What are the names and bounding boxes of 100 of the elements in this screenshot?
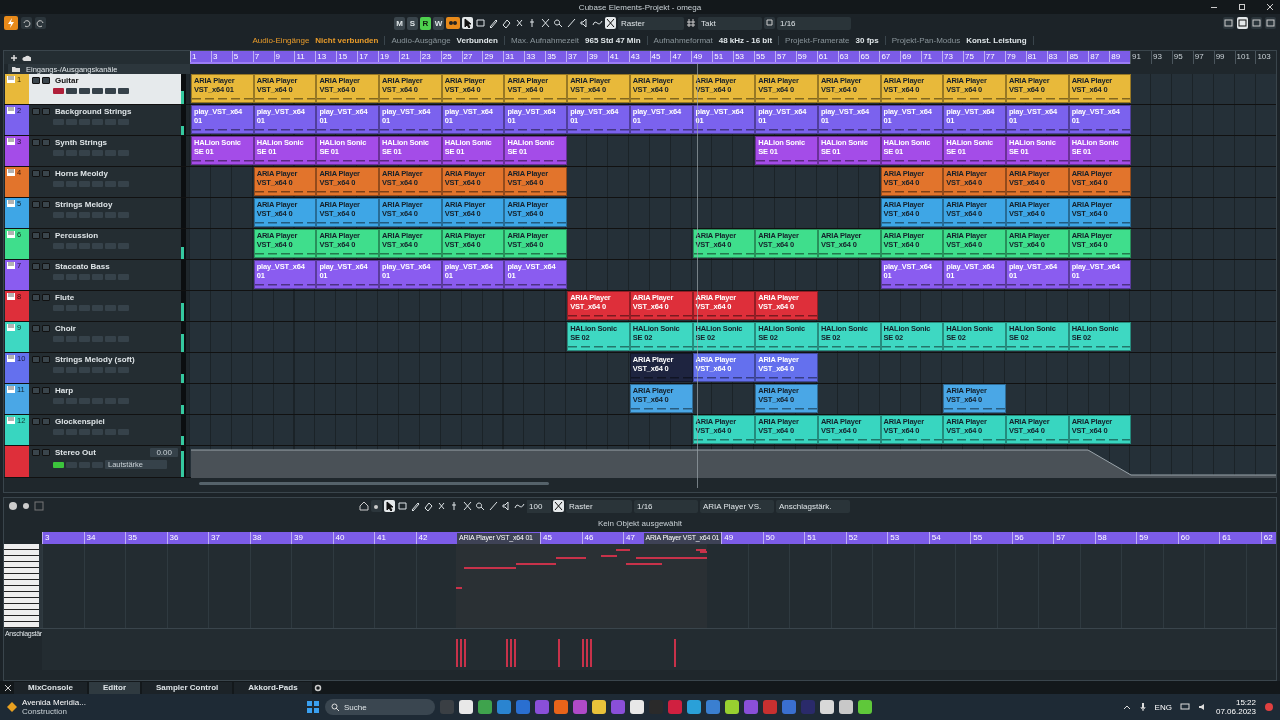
mute-button[interactable] — [32, 294, 40, 301]
quantize-dropdown[interactable]: 1/16 — [634, 499, 698, 513]
record-button[interactable] — [53, 212, 64, 218]
app-icon[interactable] — [725, 700, 739, 714]
keyboard-button[interactable] — [92, 88, 103, 94]
keyboard-button[interactable] — [92, 336, 103, 342]
close-icon[interactable] — [1266, 3, 1274, 11]
solo-button[interactable] — [42, 77, 50, 84]
app-icon[interactable] — [497, 700, 511, 714]
app-icon[interactable] — [668, 700, 682, 714]
monitor-button[interactable] — [66, 119, 77, 125]
record-button[interactable] — [53, 119, 64, 125]
solo-button[interactable] — [42, 263, 50, 270]
write-button[interactable] — [118, 150, 129, 156]
write-button[interactable] — [118, 367, 129, 373]
solo-button[interactable] — [42, 201, 50, 208]
settings-button[interactable] — [79, 461, 90, 468]
pencil-icon[interactable] — [488, 17, 499, 29]
app-icon[interactable] — [839, 700, 853, 714]
pencil-icon[interactable] — [410, 500, 421, 512]
settings-button[interactable] — [79, 212, 90, 218]
grid-type-dropdown[interactable]: Raster — [618, 16, 684, 30]
keyboard-button[interactable] — [92, 429, 103, 435]
microphone-icon[interactable] — [1138, 703, 1147, 711]
app-icon[interactable] — [573, 700, 587, 714]
monitor-button[interactable] — [66, 336, 77, 342]
solo-button[interactable] — [42, 232, 50, 239]
range-icon[interactable] — [475, 17, 486, 29]
zone-tab[interactable]: MixConsole — [14, 681, 87, 694]
lower-zone-icon[interactable] — [1237, 17, 1248, 29]
instrument-dropdown[interactable]: ARIA Player VS. — [700, 499, 774, 513]
record-button[interactable] — [53, 429, 64, 435]
solo-button[interactable] — [42, 139, 50, 146]
monitor-button[interactable] — [66, 367, 77, 373]
zoom-value-field[interactable]: 100 — [527, 499, 551, 513]
line-icon[interactable] — [566, 17, 577, 29]
mute-button[interactable] — [32, 387, 40, 394]
app-icon[interactable] — [535, 700, 549, 714]
record-button[interactable] — [53, 181, 64, 187]
settings-button[interactable] — [79, 243, 90, 249]
construction-sign-icon[interactable] — [6, 701, 18, 713]
mode-button[interactable]: M — [394, 16, 405, 30]
eraser-icon[interactable] — [501, 17, 512, 29]
settings-button[interactable] — [79, 305, 90, 311]
taskbar-search-field[interactable]: Suche — [325, 699, 435, 715]
keyboard-button[interactable] — [92, 181, 103, 187]
app-icon[interactable] — [687, 700, 701, 714]
write-button[interactable] — [118, 181, 129, 187]
mute-button[interactable] — [32, 77, 40, 84]
right-zone-icon[interactable] — [1251, 17, 1262, 29]
monitor-button[interactable] — [66, 274, 77, 280]
read-button[interactable] — [53, 461, 64, 468]
chevron-up-icon[interactable] — [1122, 703, 1131, 711]
mute-button[interactable] — [32, 325, 40, 332]
write-button[interactable] — [118, 398, 129, 404]
mute-icon[interactable] — [540, 17, 551, 29]
app-icon[interactable] — [592, 700, 606, 714]
mute-button[interactable] — [32, 449, 40, 456]
ruler-format-dropdown[interactable]: Takt — [698, 16, 762, 30]
app-icon[interactable] — [858, 700, 872, 714]
write-button[interactable] — [118, 212, 129, 218]
solo-button[interactable] — [42, 418, 50, 425]
monitor-button[interactable] — [66, 181, 77, 187]
solo-button[interactable] — [42, 108, 50, 115]
settings-button[interactable] — [79, 398, 90, 404]
app-icon[interactable] — [516, 700, 530, 714]
line-icon[interactable] — [488, 500, 499, 512]
mute-icon[interactable] — [462, 500, 473, 512]
add-track-icon[interactable] — [10, 53, 18, 62]
mute-button[interactable] — [32, 232, 40, 239]
app-icon[interactable] — [763, 700, 777, 714]
zoom-icon[interactable] — [475, 500, 486, 512]
record-button[interactable] — [53, 305, 64, 311]
keyboard-button[interactable] — [92, 119, 103, 125]
write-button[interactable] — [118, 274, 129, 280]
lightning-icon[interactable] — [4, 16, 18, 30]
range-icon[interactable] — [397, 500, 408, 512]
zone-tab[interactable]: Editor — [88, 681, 140, 694]
solo-button[interactable] — [42, 356, 50, 363]
write-button[interactable] — [118, 305, 129, 311]
solo-button[interactable] — [42, 449, 50, 456]
solo-button[interactable] — [42, 387, 50, 394]
record-button[interactable] — [53, 398, 64, 404]
settings-button[interactable] — [79, 336, 90, 342]
maximize-icon[interactable] — [1238, 3, 1246, 11]
record-button[interactable] — [53, 367, 64, 373]
speaker-icon[interactable] — [501, 500, 512, 512]
mute-button[interactable] — [32, 108, 40, 115]
monitor-button[interactable] — [66, 212, 77, 218]
pointer-icon[interactable] — [384, 500, 395, 512]
app-icon[interactable] — [706, 700, 720, 714]
mute-button[interactable] — [32, 356, 40, 363]
monitor-button[interactable] — [66, 429, 77, 435]
settings-button[interactable] — [79, 429, 90, 435]
scissors-icon[interactable] — [436, 500, 447, 512]
app-icon[interactable] — [440, 700, 454, 714]
record-button[interactable] — [53, 274, 64, 280]
record-button[interactable] — [53, 243, 64, 249]
write-button[interactable] — [118, 336, 129, 342]
mute-button[interactable] — [32, 263, 40, 270]
